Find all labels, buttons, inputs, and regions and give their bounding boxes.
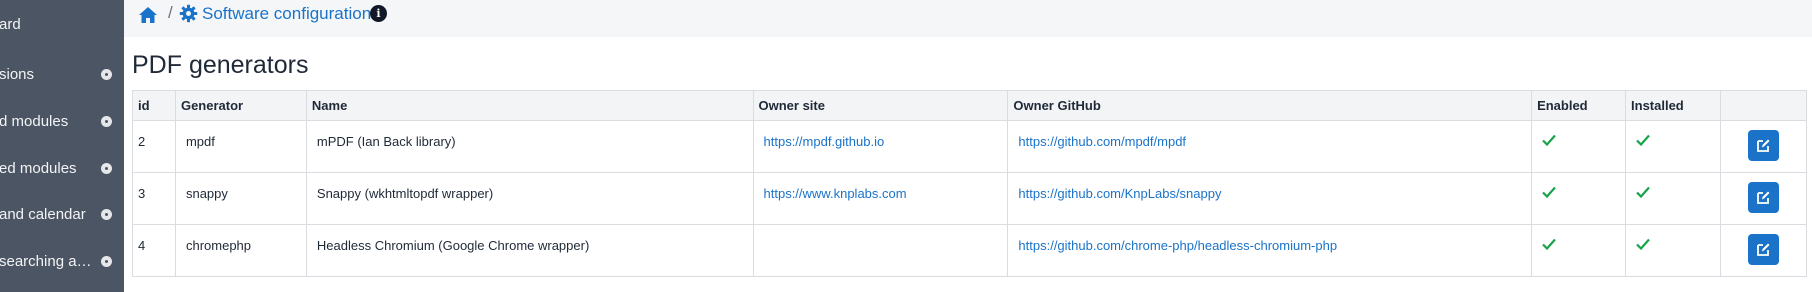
- cell-owner-site: [752, 224, 1009, 277]
- owner-site-link[interactable]: https://mpdf.github.io: [764, 134, 885, 149]
- edit-icon: [1757, 243, 1770, 256]
- cell-generator: mpdf: [174, 120, 307, 173]
- cell-generator: snappy: [174, 172, 307, 225]
- breadcrumb-current[interactable]: Software configuration: [202, 4, 371, 24]
- sidebar-item-searching[interactable]: searching a…: [0, 249, 124, 273]
- sidebar-item-label: ed modules: [0, 159, 77, 177]
- check-icon: [1636, 186, 1650, 198]
- gear-icon: [179, 4, 198, 23]
- cell-owner-github: https://github.com/mpdf/mpdf: [1007, 120, 1533, 173]
- edit-icon: [1757, 139, 1770, 152]
- cell-name: Snappy (wkhtmltopdf wrapper): [305, 172, 754, 225]
- table-row: 3 snappy Snappy (wkhtmltopdf wrapper) ht…: [132, 172, 1808, 225]
- sidebar-item-label: d modules: [0, 112, 69, 130]
- check-icon: [1542, 134, 1556, 146]
- breadcrumb-separator: /: [168, 3, 173, 22]
- column-header-enabled[interactable]: Enabled: [1531, 90, 1627, 121]
- cell-actions: [1719, 120, 1808, 173]
- edit-icon: [1757, 191, 1770, 204]
- cell-actions: [1719, 224, 1808, 277]
- cell-generator: chromephp: [174, 224, 307, 277]
- cell-owner-site: https://mpdf.github.io: [752, 120, 1009, 173]
- sidebar-item-label: ard: [0, 15, 21, 33]
- breadcrumb: / Software configuration i: [124, 0, 1812, 37]
- table-row: 4 chromephp Headless Chromium (Google Ch…: [132, 224, 1808, 277]
- expand-dot-icon[interactable]: [101, 162, 112, 174]
- edit-button[interactable]: [1747, 234, 1779, 265]
- check-icon: [1636, 238, 1650, 250]
- edit-button[interactable]: [1747, 130, 1779, 161]
- expand-dot-icon[interactable]: [101, 68, 112, 80]
- column-header-id[interactable]: id: [132, 90, 176, 121]
- edit-button[interactable]: [1747, 182, 1779, 213]
- cell-enabled: [1531, 172, 1627, 225]
- sidebar-item-modules-a[interactable]: d modules: [0, 109, 124, 133]
- sidebar-item-modules-b[interactable]: ed modules: [0, 156, 124, 180]
- cell-name: Headless Chromium (Google Chrome wrapper…: [305, 224, 754, 277]
- column-header-name[interactable]: Name: [305, 90, 754, 121]
- column-header-owner-site[interactable]: Owner site: [752, 90, 1009, 121]
- sidebar-item-dashboard[interactable]: ard: [0, 12, 124, 36]
- cell-id: 3: [132, 172, 176, 225]
- cell-name: mPDF (Ian Back library): [305, 120, 754, 173]
- owner-site-link[interactable]: https://www.knplabs.com: [764, 186, 907, 201]
- check-icon: [1542, 238, 1556, 250]
- table-row: 2 mpdf mPDF (Ian Back library) https://m…: [132, 120, 1808, 173]
- cell-installed: [1625, 172, 1721, 225]
- cell-enabled: [1531, 120, 1627, 173]
- owner-github-link[interactable]: https://github.com/mpdf/mpdf: [1018, 134, 1186, 149]
- cell-owner-github: https://github.com/KnpLabs/snappy: [1007, 172, 1533, 225]
- cell-enabled: [1531, 224, 1627, 277]
- column-header-installed[interactable]: Installed: [1625, 90, 1721, 121]
- cell-owner-github: https://github.com/chrome-php/headless-c…: [1007, 224, 1533, 277]
- cell-installed: [1625, 120, 1721, 173]
- page-title: PDF generators: [132, 51, 309, 79]
- check-icon: [1542, 186, 1556, 198]
- sidebar-item-label: sions: [0, 65, 35, 83]
- column-header-actions: [1719, 90, 1808, 121]
- cell-id: 4: [132, 224, 176, 277]
- pdf-generators-table: id Generator Name Owner site Owner GitHu…: [132, 90, 1808, 277]
- sidebar-item-permissions[interactable]: sions: [0, 62, 124, 86]
- cell-owner-site: https://www.knplabs.com: [752, 172, 1009, 225]
- home-icon[interactable]: [138, 6, 158, 24]
- sidebar-item-calendar[interactable]: and calendar: [0, 202, 124, 226]
- cell-id: 2: [132, 120, 176, 173]
- column-header-owner-github[interactable]: Owner GitHub: [1007, 90, 1533, 121]
- sidebar: ard sions d modules ed modules and calen…: [0, 0, 124, 292]
- expand-dot-icon[interactable]: [101, 115, 112, 127]
- expand-dot-icon[interactable]: [101, 208, 112, 220]
- table-header-row: id Generator Name Owner site Owner GitHu…: [132, 90, 1808, 121]
- check-icon: [1636, 134, 1650, 146]
- cell-installed: [1625, 224, 1721, 277]
- owner-github-link[interactable]: https://github.com/KnpLabs/snappy: [1018, 186, 1221, 201]
- info-icon[interactable]: i: [370, 5, 387, 22]
- cell-actions: [1719, 172, 1808, 225]
- sidebar-item-label: searching a…: [0, 252, 92, 270]
- owner-github-link[interactable]: https://github.com/chrome-php/headless-c…: [1018, 238, 1337, 253]
- sidebar-item-label: and calendar: [0, 205, 86, 223]
- column-header-generator[interactable]: Generator: [174, 90, 307, 121]
- expand-dot-icon[interactable]: [101, 255, 112, 267]
